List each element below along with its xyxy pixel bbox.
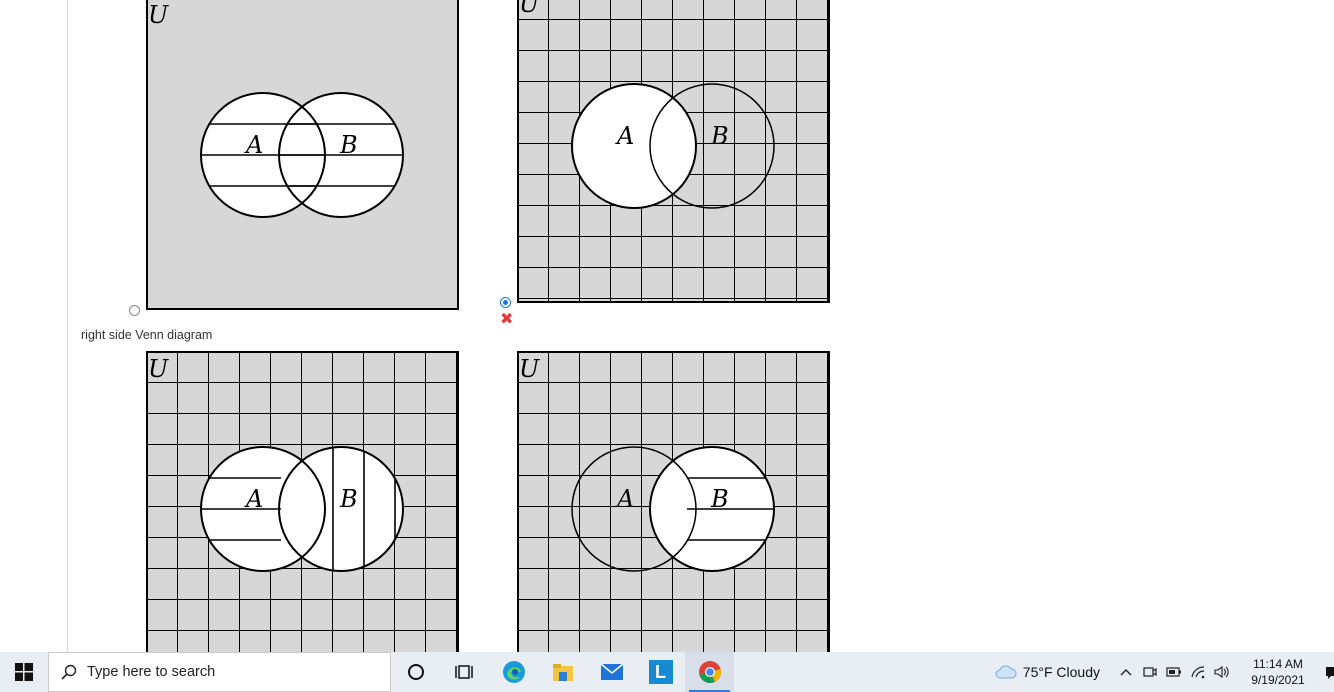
set-b-label: B <box>710 485 729 513</box>
set-a-label: A <box>615 122 634 150</box>
universe-label: U <box>148 355 169 383</box>
universe-label: U <box>519 355 540 383</box>
radio-option-top-right[interactable] <box>500 297 511 308</box>
set-a-label: A <box>615 485 634 513</box>
file-explorer-icon[interactable] <box>538 652 587 692</box>
set-b-label: B <box>339 485 358 513</box>
venn-diagram-top-left: U A B <box>146 0 460 310</box>
clock-date: 9/19/2021 <box>1251 673 1305 687</box>
weather-text: 75°F Cloudy <box>1022 664 1100 680</box>
set-b-label: B <box>339 131 358 159</box>
venn-diagram-top-right: U A B <box>517 0 831 303</box>
start-button[interactable] <box>0 652 48 692</box>
venn-diagram-bottom-right: U A B <box>517 351 831 652</box>
venn-diagram-bottom-left: U A B <box>146 351 460 652</box>
battery-icon[interactable] <box>1162 652 1186 692</box>
clock-time: 11:14 AM <box>1253 657 1303 671</box>
system-tray: 75°F Cloudy 11:14 AM 9/19/2021 <box>995 652 1334 692</box>
taskbar-search-box[interactable]: Type here to search <box>48 652 391 692</box>
cortana-icon[interactable] <box>391 652 440 692</box>
notification-icon[interactable] <box>1316 652 1334 692</box>
cloud-icon <box>995 665 1017 679</box>
meet-now-icon[interactable] <box>1138 652 1162 692</box>
taskbar: Type here to search L 75°F Cloudy 11:14 … <box>0 652 1334 692</box>
taskbar-clock[interactable]: 11:14 AM 9/19/2021 <box>1240 656 1316 688</box>
weather-widget[interactable]: 75°F Cloudy <box>995 664 1100 680</box>
set-b-label: B <box>710 122 729 150</box>
radio-option-top-left[interactable] <box>129 305 140 316</box>
mail-icon[interactable] <box>587 652 636 692</box>
universe-label: U <box>148 1 169 29</box>
chevron-up-icon[interactable] <box>1114 652 1138 692</box>
set-a-label: A <box>244 485 263 513</box>
chrome-icon[interactable] <box>685 652 734 692</box>
search-icon <box>61 664 77 680</box>
edge-icon[interactable] <box>489 652 538 692</box>
volume-icon[interactable] <box>1210 652 1234 692</box>
left-divider <box>67 0 68 652</box>
l-app-icon[interactable]: L <box>636 652 685 692</box>
set-a-label: A <box>244 131 263 159</box>
search-placeholder: Type here to search <box>87 664 216 680</box>
x-mark-icon: ✖ <box>500 309 514 328</box>
task-view-icon[interactable] <box>440 652 489 692</box>
question-content: U A B U A B ✖ right side Venn diagram U … <box>0 0 1334 652</box>
windows-logo-icon <box>15 663 33 681</box>
wifi-icon[interactable] <box>1186 652 1210 692</box>
universe-label: U <box>519 0 540 18</box>
option-caption: right side Venn diagram <box>81 328 213 342</box>
